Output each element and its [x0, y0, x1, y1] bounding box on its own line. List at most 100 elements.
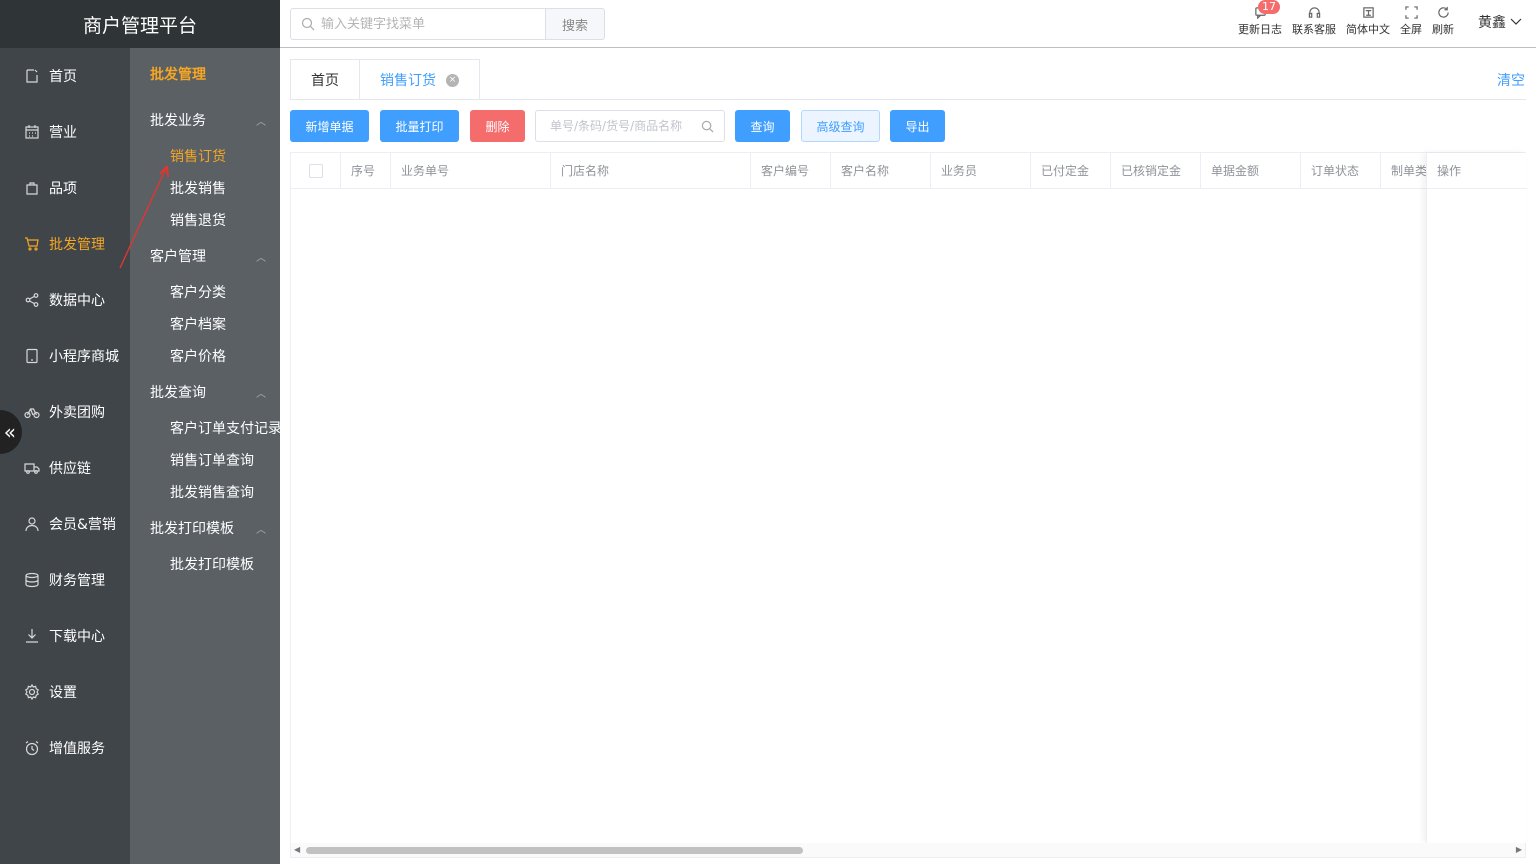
column-header[interactable]: 客户名称 — [831, 153, 931, 189]
search-icon — [301, 17, 315, 31]
select-all-checkbox[interactable] — [308, 164, 323, 178]
support-label: 联系客服 — [1292, 23, 1336, 36]
user-icon — [24, 516, 40, 532]
column-header[interactable]: 已付定金 — [1031, 153, 1111, 189]
query-button[interactable]: 查询 — [735, 110, 790, 142]
tab-divider — [290, 99, 1526, 100]
column-header[interactable]: 订单状态 — [1301, 153, 1381, 189]
home-icon — [24, 68, 40, 84]
nav-item-mini-program[interactable]: 小程序商城 — [0, 328, 130, 384]
menu-search-button[interactable]: 搜索 — [545, 8, 605, 40]
tab-sales-order[interactable]: 销售订货 × — [359, 60, 479, 100]
clock-icon — [24, 740, 40, 756]
menu-search-box — [290, 8, 546, 40]
select-all-cell — [291, 153, 341, 189]
language-label: 简体中文 — [1346, 23, 1390, 36]
column-header[interactable]: 业务员 — [931, 153, 1031, 189]
nav-item-label: 财务管理 — [49, 573, 105, 589]
app-title: 商户管理平台 — [0, 0, 280, 48]
nav-item-label: 供应链 — [49, 461, 91, 477]
fixed-actions-column: 操作 — [1426, 153, 1527, 843]
sub-item-wholesale-sales[interactable]: 批发销售 — [170, 178, 226, 198]
sub-item-wholesale-sales-query[interactable]: 批发销售查询 — [170, 482, 254, 502]
horizontal-scrollbar[interactable]: ◀ ▶ — [291, 843, 1525, 857]
headset-icon — [1308, 7, 1320, 18]
orders-table: 序号 业务单号 门店名称 客户编号 客户名称 业务员 已付定金 已核销定金 单据… — [290, 152, 1527, 858]
refresh-button[interactable]: 刷新 — [1432, 6, 1454, 37]
filter-input[interactable] — [550, 119, 696, 133]
column-header[interactable]: 门店名称 — [551, 153, 751, 189]
truck-icon — [24, 460, 40, 476]
nav-item-members[interactable]: 会员&营销 — [0, 496, 130, 552]
nav-item-label: 外卖团购 — [49, 405, 105, 421]
column-header[interactable]: 序号 — [341, 153, 391, 189]
top-header: 搜索 更新日志 联系客服 简体中文 全屏 刷新 17 黄鑫 — [280, 0, 1536, 48]
share-icon — [24, 292, 40, 308]
sub-item-sales-order[interactable]: 销售订货 — [170, 146, 226, 166]
column-header[interactable]: 单据金额 — [1201, 153, 1301, 189]
tab-label: 首页 — [311, 73, 339, 89]
nav-item-settings[interactable]: 设置 — [0, 664, 130, 720]
group-print-template[interactable]: 批发打印模板 ︿ — [150, 518, 270, 538]
search-icon — [701, 120, 714, 132]
fullscreen-button[interactable]: 全屏 — [1400, 6, 1422, 37]
group-customer-management[interactable]: 客户管理 ︿ — [150, 246, 270, 266]
nav-item-supply-chain[interactable]: 供应链 — [0, 440, 130, 496]
nav-item-label: 批发管理 — [49, 237, 105, 253]
refresh-label: 刷新 — [1432, 23, 1454, 36]
support-button[interactable]: 联系客服 — [1292, 6, 1336, 37]
close-icon[interactable]: × — [446, 73, 459, 87]
scroll-left-icon[interactable]: ◀ — [294, 845, 300, 854]
column-header[interactable]: 已核销定金 — [1111, 153, 1201, 189]
scrollbar-thumb[interactable] — [306, 847, 803, 854]
group-wholesale-query[interactable]: 批发查询 ︿ — [150, 382, 270, 402]
nav-item-home[interactable]: 首页 — [0, 48, 130, 104]
nav-item-downloads[interactable]: 下载中心 — [0, 608, 130, 664]
nav-item-wholesale[interactable]: 批发管理 — [0, 216, 130, 272]
clear-tabs-link[interactable]: 清空 — [1497, 70, 1525, 90]
column-header[interactable]: 业务单号 — [391, 153, 551, 189]
nav-item-label: 设置 — [49, 685, 77, 701]
chevron-up-icon: ︿ — [256, 524, 266, 536]
sub-item-customer-price[interactable]: 客户价格 — [170, 346, 226, 366]
group-wholesale-business[interactable]: 批发业务 ︿ — [150, 110, 270, 130]
language-button[interactable]: 简体中文 — [1346, 6, 1390, 37]
sub-item-customer-category[interactable]: 客户分类 — [170, 282, 226, 302]
group-label: 客户管理 — [150, 249, 206, 265]
nav-item-business[interactable]: 营业 — [0, 104, 130, 160]
sub-item-order-payment-records[interactable]: 客户订单支付记录 — [170, 418, 280, 438]
nav-item-data-center[interactable]: 数据中心 — [0, 272, 130, 328]
chevron-up-icon: ︿ — [256, 252, 266, 264]
nav-item-label: 下载中心 — [49, 629, 105, 645]
column-header-actions: 操作 — [1427, 153, 1527, 189]
sub-item-customer-profile[interactable]: 客户档案 — [170, 314, 226, 334]
bike-icon — [24, 404, 40, 420]
table-header: 序号 业务单号 门店名称 客户编号 客户名称 业务员 已付定金 已核销定金 单据… — [291, 153, 1525, 189]
tab-home[interactable]: 首页 — [291, 60, 359, 100]
export-button[interactable]: 导出 — [890, 110, 945, 142]
batch-print-button[interactable]: 批量打印 — [380, 110, 459, 142]
nav-item-finance[interactable]: 财务管理 — [0, 552, 130, 608]
nav-item-value-added[interactable]: 增值服务 — [0, 720, 130, 776]
advanced-query-button[interactable]: 高级查询 — [801, 110, 880, 142]
sub-item-sales-order-query[interactable]: 销售订单查询 — [170, 450, 254, 470]
page-tabs: 首页 销售订货 × — [290, 59, 480, 100]
notification-badge: 17 — [1258, 0, 1280, 14]
delete-button[interactable]: 删除 — [470, 110, 525, 142]
nav-item-label: 数据中心 — [49, 293, 105, 309]
sub-item-print-template[interactable]: 批发打印模板 — [170, 554, 254, 574]
gear-icon — [24, 684, 40, 700]
double-chevron-left-icon: « — [3, 420, 16, 444]
scroll-right-icon[interactable]: ▶ — [1516, 845, 1522, 854]
filter-box — [535, 110, 725, 142]
fullscreen-icon — [1404, 6, 1418, 19]
column-header[interactable]: 客户编号 — [751, 153, 831, 189]
nav-item-products[interactable]: 品项 — [0, 160, 130, 216]
menu-search-input[interactable] — [321, 16, 531, 32]
user-menu[interactable]: 黄鑫 — [1478, 12, 1522, 32]
sub-item-sales-return[interactable]: 销售退货 — [170, 210, 226, 230]
new-document-button[interactable]: 新增单据 — [290, 110, 369, 142]
nav-item-label: 增值服务 — [49, 741, 105, 757]
download-icon — [24, 628, 40, 644]
nav-item-label: 会员&营销 — [49, 517, 116, 533]
